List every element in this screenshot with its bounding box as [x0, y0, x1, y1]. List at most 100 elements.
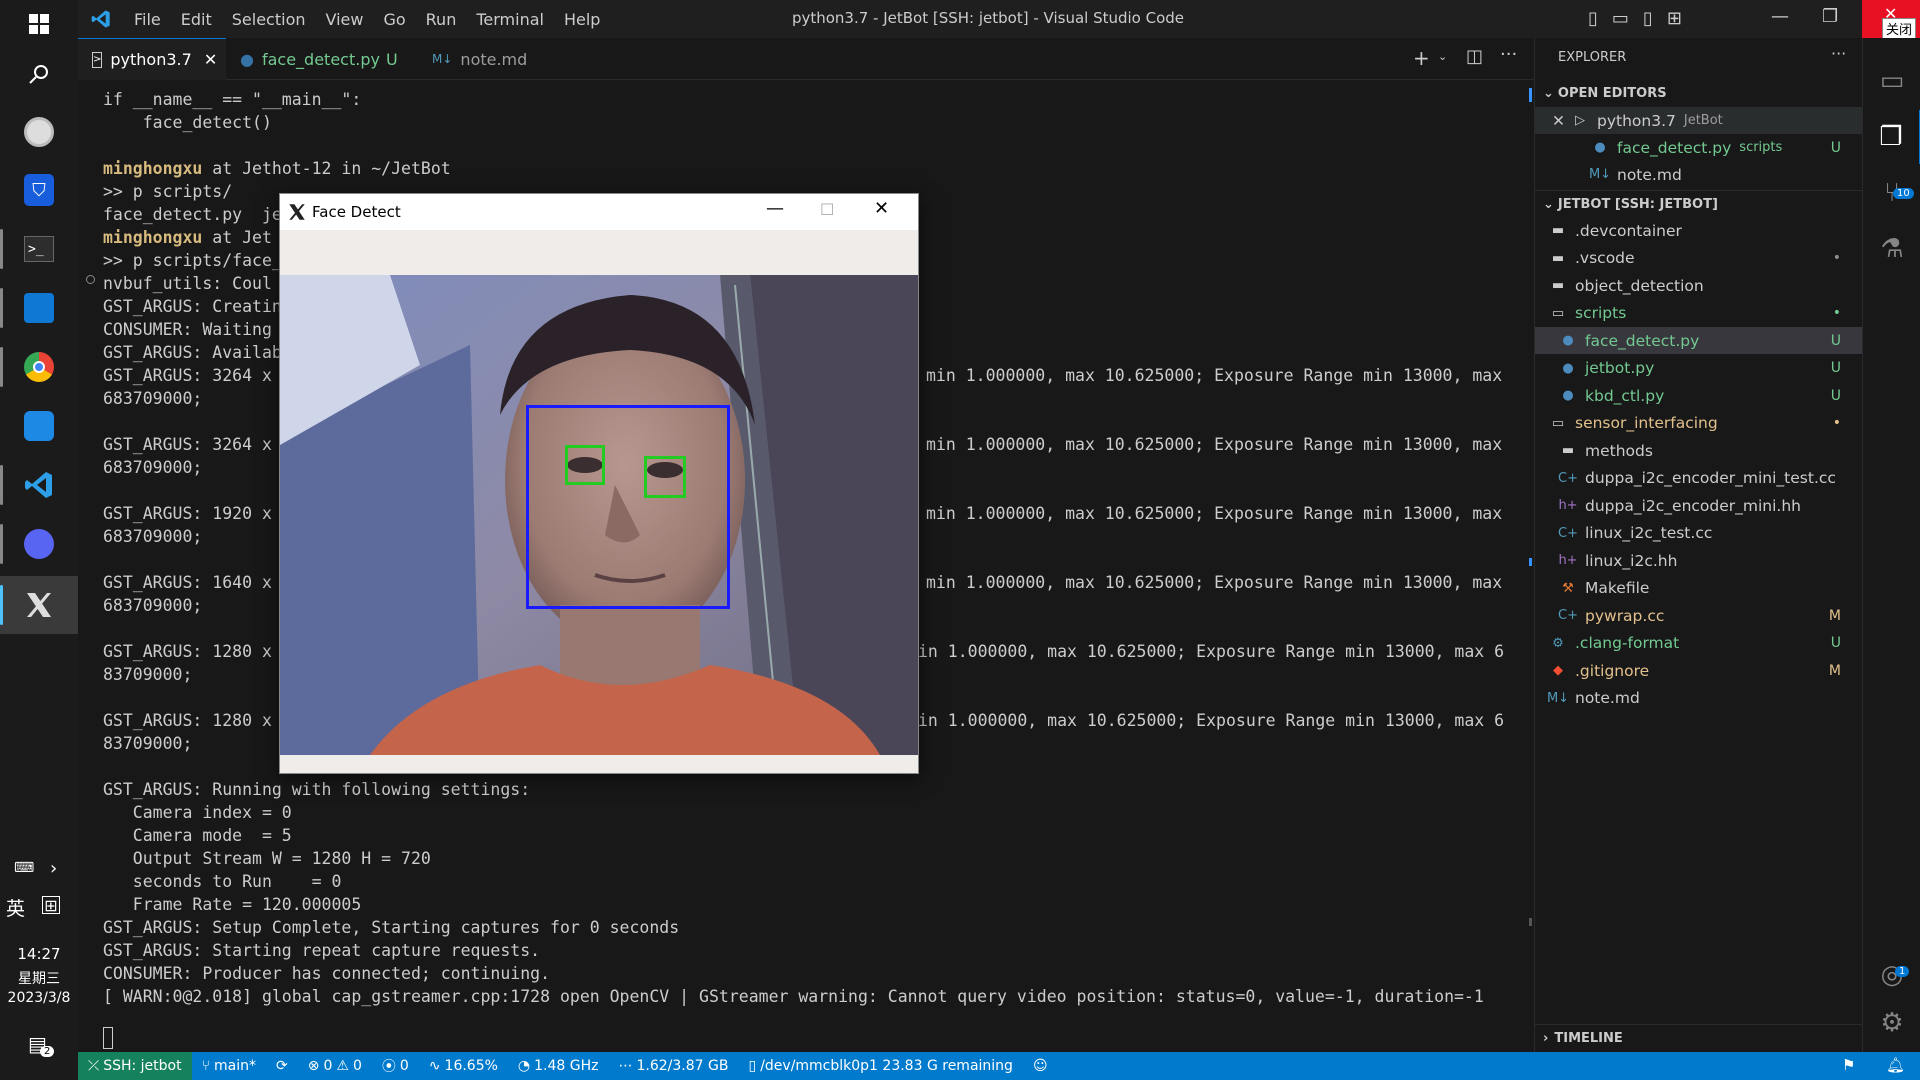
file-name: Makefile — [1585, 579, 1650, 597]
file-tree-item[interactable]: C+ pywrap.cc M — [1535, 602, 1863, 629]
file-tree-item[interactable]: ● jetbot.py U — [1535, 355, 1863, 382]
cpu-indicator[interactable]: ∿ 16.65% — [419, 1058, 508, 1074]
more-actions-icon[interactable]: ··· — [1500, 44, 1517, 65]
feedback-button[interactable]: ☺ — [1023, 1058, 1058, 1074]
terminal-line-fragment: min 1.000000, max 10.625000; Exposure Ra… — [926, 504, 1503, 523]
settings-gear-icon[interactable]: ⚙ — [1863, 996, 1920, 1050]
problems-indicator[interactable]: ⊗ 0 ⚠ 0 — [298, 1058, 372, 1074]
sync-icon: ⟳ — [276, 1058, 288, 1074]
windows-start-icon[interactable] — [19, 4, 59, 44]
ime-mode[interactable]: 英 — [6, 894, 25, 921]
disk-indicator[interactable]: ▯/dev/mmcblk0p1 23.83 G remaining — [738, 1058, 1022, 1074]
menu-selection[interactable]: Selection — [222, 10, 316, 29]
ports-indicator[interactable]: ⦿ 0 — [372, 1056, 419, 1076]
minimize-icon[interactable]: — — [1771, 6, 1789, 27]
file-tree-item[interactable]: ⚙ .clang-format U — [1535, 630, 1863, 657]
file-tree-item[interactable]: C+ linux_i2c_test.cc — [1535, 520, 1863, 547]
menu-file[interactable]: File — [124, 10, 171, 29]
maximize-icon[interactable]: ☐ — [820, 200, 834, 219]
file-tree-item[interactable]: ◆ .gitignore M — [1535, 657, 1863, 684]
file-tree-item[interactable]: ● face_detect.py U — [1535, 327, 1863, 354]
file-tree-item[interactable]: ▬ methods — [1535, 437, 1863, 464]
remote-indicator[interactable]: ⤫ SSH: jetbot — [78, 1052, 192, 1080]
file-tree-item[interactable]: ▬ object_detection — [1535, 272, 1863, 299]
file-tree-item[interactable]: h+ duppa_i2c_encoder_mini.hh — [1535, 492, 1863, 519]
outlook-icon[interactable] — [19, 288, 59, 328]
sync-button[interactable]: ⟳ — [266, 1058, 298, 1074]
x11-app-icon[interactable] — [19, 585, 59, 625]
terminal-line: 683709000; — [103, 527, 203, 546]
chat-app-icon[interactable] — [19, 406, 59, 446]
search-icon[interactable] — [19, 54, 59, 94]
close-tooltip: 关闭 — [1882, 18, 1917, 39]
tab-python3.7[interactable]: > python3.7 ✕ — [78, 38, 226, 80]
file-tree-item[interactable]: ▬ .devcontainer — [1535, 217, 1863, 244]
file-name: .gitignore — [1575, 661, 1650, 680]
remote-explorer-icon[interactable]: ▭ — [1863, 54, 1920, 108]
close-icon[interactable]: ✕ — [874, 198, 889, 219]
face-detect-titlebar[interactable]: Face Detect — ☐ ✕ — [280, 194, 918, 230]
copilot-icon[interactable]: ⚑ — [1842, 1056, 1855, 1074]
close-window-button[interactable]: ✕ 关闭 — [1862, 0, 1920, 39]
file-tree-item[interactable]: ▭ scripts • — [1535, 300, 1863, 327]
chevron-right-icon[interactable]: › — [50, 858, 57, 879]
open-editors-section[interactable]: ⌄ OPEN EDITORS — [1535, 80, 1863, 107]
file-tree-item[interactable]: C+ duppa_i2c_encoder_mini_test.cc — [1535, 465, 1863, 492]
open-editor-item[interactable]: ✕ ▷ python3.7 JetBot — [1535, 107, 1863, 134]
layout-toggle-icons[interactable]: ▯▭▯⊞ — [1588, 8, 1696, 29]
minimize-icon[interactable]: — — [766, 198, 784, 219]
clock-time[interactable]: 14:27 — [0, 945, 78, 963]
timeline-section[interactable]: › TIMELINE — [1535, 1024, 1863, 1051]
menu-view[interactable]: View — [316, 10, 374, 29]
vscode-taskbar-icon[interactable] — [19, 465, 59, 505]
file-tree-item[interactable]: h+ linux_i2c.hh — [1535, 547, 1863, 574]
branch-indicator[interactable]: ⑂ main* — [192, 1058, 266, 1074]
new-terminal-icon[interactable]: + — [1413, 46, 1430, 70]
chrome-icon[interactable] — [19, 347, 59, 387]
close-editor-icon[interactable]: ✕ — [1535, 112, 1565, 130]
restore-icon[interactable]: ❐ — [1822, 6, 1838, 27]
workspace-section[interactable]: ⌄ JETBOT [SSH: JETBOT] — [1535, 190, 1863, 217]
ime-layout-icon[interactable]: ⊞ — [42, 896, 60, 915]
close-tab-icon[interactable]: ✕ — [204, 50, 217, 69]
file-tree-item[interactable]: ▭ sensor_interfacing • — [1535, 410, 1863, 437]
terminal-scrollbar[interactable] — [1521, 80, 1534, 1052]
memory-indicator[interactable]: ⋯ 1.62/3.87 GB — [609, 1058, 739, 1074]
face-detect-window[interactable]: Face Detect — ☐ ✕ — [279, 193, 919, 774]
terminal-app-icon[interactable]: >_ — [19, 229, 59, 269]
menu-run[interactable]: Run — [416, 10, 467, 29]
more-actions-icon[interactable]: ··· — [1831, 44, 1846, 63]
compass-app-icon[interactable] — [19, 112, 59, 152]
file-name: face_detect.py — [1585, 331, 1700, 350]
menu-terminal[interactable]: Terminal — [466, 10, 554, 29]
file-tree-item[interactable]: ⚒ Makefile — [1535, 575, 1863, 602]
bell-icon[interactable]: 🔔︎ — [1886, 1056, 1905, 1074]
menu-help[interactable]: Help — [554, 10, 610, 29]
explorer-files-icon[interactable]: ❐ — [1863, 110, 1920, 164]
warning-icon: ⚠ — [336, 1058, 349, 1074]
python-icon: ● — [1562, 333, 1574, 348]
terminal-line: GST_ARGUS: 1920 x — [103, 504, 272, 523]
menu-go[interactable]: Go — [373, 10, 415, 29]
freq-indicator[interactable]: ◔ 1.48 GHz — [508, 1058, 609, 1074]
warning-count: 0 — [352, 1058, 362, 1074]
tab-status: U — [385, 49, 398, 69]
file-tree-item[interactable]: ● kbd_ctl.py U — [1535, 382, 1863, 409]
python-icon: ● — [1562, 388, 1574, 403]
tab-note-md[interactable]: M↓ note.md — [418, 38, 548, 80]
tab-face-detect[interactable]: ● face_detect.py U — [226, 38, 406, 80]
discord-icon[interactable] — [19, 524, 59, 564]
git-status-badge: • — [1832, 305, 1841, 321]
accounts-icon[interactable]: ◎ — [1863, 948, 1920, 1002]
file-tree-item[interactable]: M↓ note.md — [1535, 685, 1863, 712]
keyboard-icon[interactable]: ⌨ — [14, 860, 34, 876]
menu-edit[interactable]: Edit — [171, 10, 222, 29]
bitwarden-icon[interactable]: ⛉ — [19, 170, 59, 210]
chevron-down-icon[interactable]: ⌄ — [1438, 50, 1447, 63]
open-editor-item[interactable]: ● face_detect.py scripts U — [1535, 134, 1863, 161]
split-editor-icon[interactable]: ◫ — [1466, 46, 1483, 67]
file-tree-item[interactable]: ▬ .vscode • — [1535, 245, 1863, 272]
testing-icon[interactable]: ⚗ — [1863, 222, 1920, 276]
open-editor-item[interactable]: M↓ note.md — [1535, 161, 1863, 188]
error-count: 0 — [323, 1058, 333, 1074]
